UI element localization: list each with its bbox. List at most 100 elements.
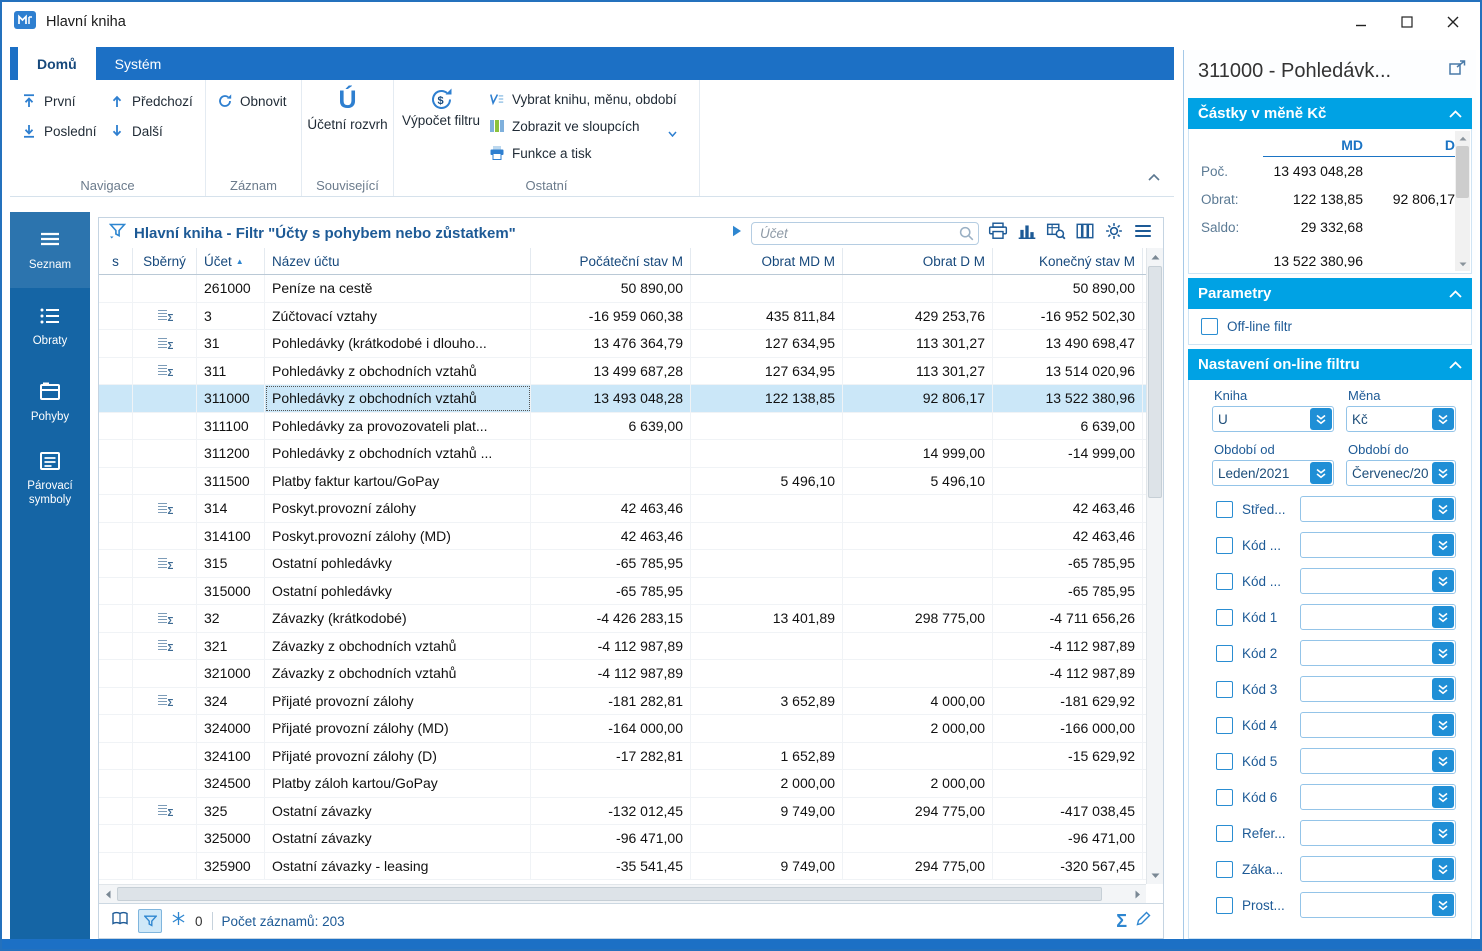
- table-row[interactable]: Σ 321 Závazky z obchodních vztahů -4 112 98…: [99, 632, 1146, 660]
- search-icon[interactable]: [959, 226, 974, 246]
- column-header-nazev[interactable]: Název účtu: [265, 248, 531, 274]
- dropdown-button[interactable]: [1432, 408, 1454, 430]
- column-header-sberny[interactable]: Sběrný: [133, 248, 197, 274]
- vertical-scrollbar[interactable]: [1146, 248, 1163, 884]
- close-button[interactable]: [1430, 5, 1476, 39]
- scroll-right-icon[interactable]: [1129, 885, 1146, 903]
- dropdown-button[interactable]: [1432, 858, 1454, 880]
- run-filter-icon[interactable]: [732, 224, 742, 242]
- amounts-section-header[interactable]: Částky v měně Kč: [1188, 98, 1472, 129]
- filter-combo[interactable]: [1300, 496, 1456, 522]
- scroll-down-icon[interactable]: [1147, 867, 1163, 884]
- table-row[interactable]: 324500 Platby záloh kartou/GoPay 2 000,00 2…: [99, 770, 1146, 798]
- tab-domu[interactable]: Domů: [18, 47, 96, 80]
- obdobi-od-combo[interactable]: Leden/2021: [1212, 460, 1334, 486]
- minimize-button[interactable]: [1338, 5, 1384, 39]
- print-icon[interactable]: [988, 222, 1008, 245]
- dropdown-button[interactable]: [1432, 606, 1454, 628]
- dropdown-button[interactable]: [1310, 462, 1332, 484]
- filter-combo[interactable]: [1300, 640, 1456, 666]
- scroll-up-icon[interactable]: [1147, 248, 1163, 265]
- collapse-icon[interactable]: [1449, 356, 1462, 373]
- table-row[interactable]: 325000 Ostatní závazky -96 471,00 -96 471,0…: [99, 825, 1146, 853]
- column-header-pocatecni[interactable]: Počáteční stav M: [531, 248, 691, 274]
- functions-print-button[interactable]: Funkce a tisk: [486, 143, 680, 163]
- table-row[interactable]: 311200 Pohledávky z obchodních vztahů ...…: [99, 440, 1146, 468]
- show-columns-button[interactable]: Zobrazit ve sloupcích: [486, 116, 680, 136]
- sidebar-item-pohyby[interactable]: Pohyby: [10, 364, 90, 440]
- dropdown-button[interactable]: [1432, 678, 1454, 700]
- table-row[interactable]: 324100 Přijaté provozní zálohy (D) -17 282…: [99, 742, 1146, 770]
- show-columns-dropdown-icon[interactable]: [668, 124, 677, 142]
- tab-system[interactable]: Systém: [96, 47, 181, 80]
- filter-checkbox[interactable]: [1216, 536, 1233, 554]
- filter-checkbox[interactable]: [1216, 860, 1233, 878]
- horizontal-scrollbar[interactable]: [99, 884, 1146, 903]
- dropdown-button[interactable]: [1432, 786, 1454, 808]
- ribbon-collapse-icon[interactable]: [1148, 168, 1160, 186]
- scroll-down-icon[interactable]: [1455, 257, 1470, 271]
- gear-icon[interactable]: [1104, 222, 1124, 245]
- table-row[interactable]: Σ 315 Ostatní pohledávky -65 785,95 -65 785,…: [99, 550, 1146, 578]
- filter-checkbox[interactable]: [1216, 752, 1233, 770]
- obdobi-do-combo[interactable]: Červenec/20: [1346, 460, 1456, 486]
- online-filter-section-header[interactable]: Nastavení on-line filtru: [1188, 349, 1472, 380]
- filter-checkbox[interactable]: [1216, 896, 1233, 914]
- filter-checkbox[interactable]: [1216, 716, 1233, 734]
- table-row[interactable]: Σ 3 Zúčtovací vztahy -16 959 060,38 435 811,…: [99, 302, 1146, 330]
- filter-calc-button[interactable]: $ Výpočet filtru: [400, 86, 482, 129]
- dropdown-button[interactable]: [1432, 714, 1454, 736]
- filter-funnel-icon[interactable]: [108, 223, 127, 244]
- filter-checkbox[interactable]: [1216, 788, 1233, 806]
- search-input[interactable]: [751, 221, 979, 245]
- sidebar-item-seznam[interactable]: Seznam: [10, 212, 90, 288]
- offline-filter-checkbox[interactable]: [1201, 318, 1218, 335]
- table-row[interactable]: Σ 325 Ostatní závazky -132 012,45 9 749,00 29…: [99, 797, 1146, 825]
- scroll-up-icon[interactable]: [1455, 131, 1470, 145]
- filter-combo[interactable]: [1300, 676, 1456, 702]
- table-row[interactable]: Σ 324 Přijaté provozní zálohy -181 282,81 3 …: [99, 687, 1146, 715]
- dropdown-button[interactable]: [1432, 894, 1454, 916]
- sidebar-item-obraty[interactable]: Obraty: [10, 288, 90, 364]
- mena-combo[interactable]: Kč: [1346, 406, 1456, 432]
- filter-checkbox[interactable]: [1216, 680, 1233, 698]
- refresh-button[interactable]: Obnovit: [214, 91, 301, 111]
- table-row[interactable]: Σ 31 Pohledávky (krátkodobé i dlouho... 13 …: [99, 330, 1146, 358]
- select-book-button[interactable]: Vybrat knihu, měnu, období: [486, 89, 680, 109]
- table-row[interactable]: 314100 Poskyt.provozní zálohy (MD) 42 463,…: [99, 522, 1146, 550]
- kniha-combo[interactable]: U: [1212, 406, 1334, 432]
- dropdown-button[interactable]: [1432, 534, 1454, 556]
- collapse-icon[interactable]: [1449, 105, 1462, 122]
- collapse-icon[interactable]: [1449, 285, 1462, 302]
- column-header-s[interactable]: s: [99, 248, 133, 274]
- filter-combo[interactable]: [1300, 748, 1456, 774]
- dropdown-button[interactable]: [1432, 750, 1454, 772]
- table-row[interactable]: 315000 Ostatní pohledávky -65 785,95 -65 78…: [99, 577, 1146, 605]
- table-row[interactable]: Σ 32 Závazky (krátkodobé) -4 426 283,15 13 4…: [99, 605, 1146, 633]
- scroll-left-icon[interactable]: [99, 885, 116, 903]
- columns-icon[interactable]: [1075, 222, 1095, 245]
- previous-button[interactable]: Předchozí: [106, 91, 210, 111]
- table-row[interactable]: 321000 Závazky z obchodních vztahů -4 112 …: [99, 660, 1146, 688]
- filter-checkbox[interactable]: [1216, 824, 1233, 842]
- filter-toggle-icon[interactable]: [138, 909, 162, 933]
- filter-checkbox[interactable]: [1216, 608, 1233, 626]
- dropdown-button[interactable]: [1432, 462, 1454, 484]
- filter-combo[interactable]: [1300, 568, 1456, 594]
- filter-combo[interactable]: [1300, 892, 1456, 918]
- chart-of-accounts-button[interactable]: Ú Účetní rozvrh: [305, 88, 391, 133]
- grid-menu-icon[interactable]: [1133, 222, 1153, 245]
- dropdown-button[interactable]: [1432, 642, 1454, 664]
- open-window-icon[interactable]: [1449, 60, 1466, 80]
- dropdown-button[interactable]: [1432, 498, 1454, 520]
- filter-checkbox[interactable]: [1216, 500, 1233, 518]
- dropdown-button[interactable]: [1432, 570, 1454, 592]
- column-header-ucet[interactable]: Účet ▲: [197, 248, 265, 274]
- parameters-section-header[interactable]: Parametry: [1188, 278, 1472, 309]
- table-row[interactable]: 261000 Peníze na cestě 50 890,00 50 890,00: [99, 275, 1146, 303]
- filter-combo[interactable]: [1300, 712, 1456, 738]
- vertical-scroll-thumb[interactable]: [1148, 266, 1162, 498]
- table-row[interactable]: 324000 Přijaté provozní zálohy (MD) -164 0…: [99, 715, 1146, 743]
- maximize-button[interactable]: [1384, 5, 1430, 39]
- table-row[interactable]: 311500 Platby faktur kartou/GoPay 5 496,10…: [99, 467, 1146, 495]
